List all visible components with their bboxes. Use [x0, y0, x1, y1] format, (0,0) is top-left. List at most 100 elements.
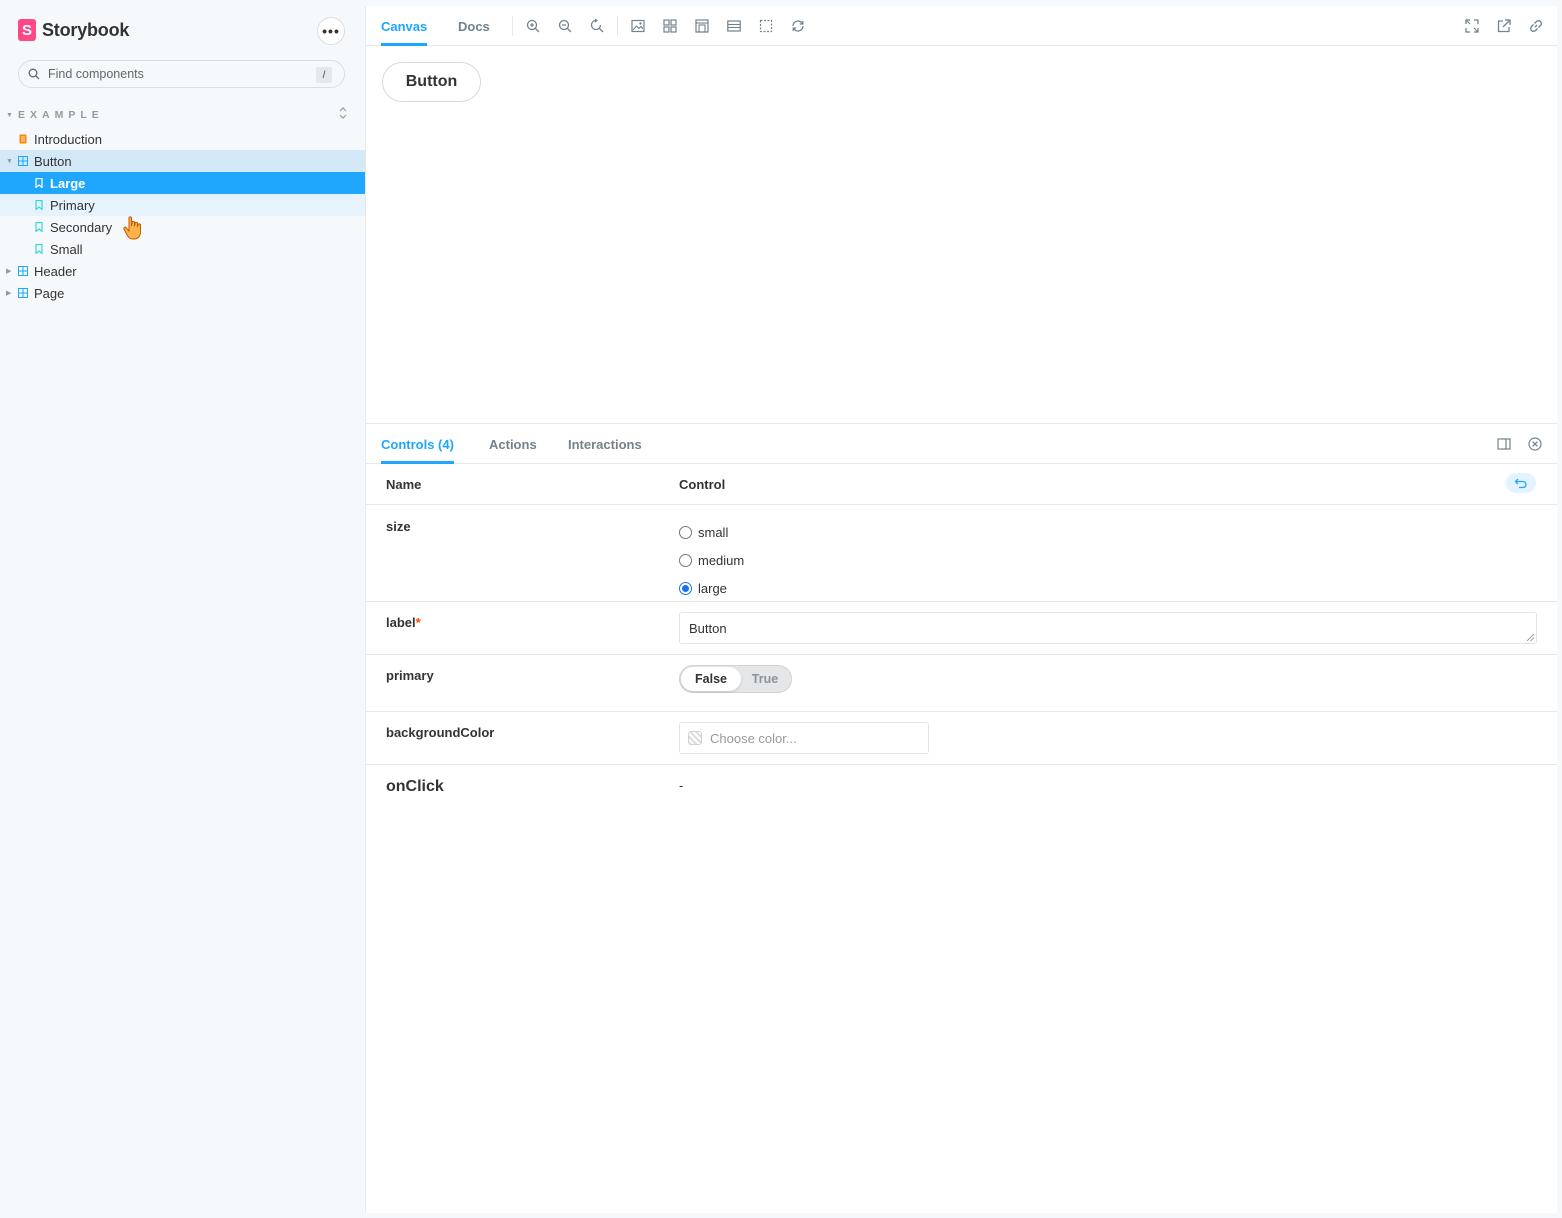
tab-controls[interactable]: Controls (4)	[381, 424, 454, 464]
primary-boolean-toggle[interactable]: False True	[679, 665, 792, 693]
sidebar-item-label: Small	[50, 241, 83, 257]
bookmark-icon	[35, 222, 43, 232]
search-icon	[28, 68, 40, 80]
toggle-true-option[interactable]: True	[741, 667, 789, 691]
search-box[interactable]: /	[18, 60, 345, 88]
column-header-control: Control	[679, 477, 726, 492]
zoom-out-icon[interactable]	[557, 18, 573, 34]
bookmark-icon	[35, 178, 43, 188]
sidebar-item-button[interactable]: ▼ Button	[0, 150, 365, 172]
radio-option-large[interactable]: large	[679, 574, 744, 602]
size-radio-group: small medium large	[679, 518, 744, 602]
radio-option-small[interactable]: small	[679, 518, 744, 546]
outline-icon[interactable]	[758, 18, 774, 34]
main-panel: Canvas Docs Button Controls (4) Actions …	[365, 6, 1557, 1213]
toolbar-divider	[617, 16, 618, 36]
color-swatch-icon[interactable]	[688, 731, 702, 745]
tab-docs[interactable]: Docs	[458, 6, 490, 46]
radio-option-medium[interactable]: medium	[679, 546, 744, 574]
sidebar-menu-button[interactable]: •••	[317, 17, 345, 45]
tab-canvas[interactable]: Canvas	[381, 6, 428, 46]
caret-right-icon: ▶	[6, 268, 12, 275]
addons-panel: Controls (4) Actions Interactions Name C…	[366, 423, 1557, 1213]
fullscreen-icon[interactable]	[1464, 18, 1480, 34]
sidebar-item-label: Primary	[50, 197, 95, 213]
onclick-value: -	[679, 778, 684, 793]
section-title: EXAMPLE	[18, 109, 104, 121]
sidebar-item-header[interactable]: ▶ Header	[0, 260, 365, 282]
resize-handle-icon[interactable]	[1527, 634, 1534, 641]
caret-down-icon: ▼	[6, 157, 13, 165]
measure-icon[interactable]	[694, 18, 710, 34]
sidebar-item-page[interactable]: ▶ Page	[0, 282, 365, 304]
label-text-field[interactable]: Button	[679, 612, 1537, 644]
table-row: onClick -	[366, 765, 1557, 815]
reset-controls-button[interactable]	[1506, 473, 1536, 493]
grid-icon[interactable]	[662, 18, 678, 34]
color-picker-field[interactable]: Choose color...	[679, 722, 929, 754]
story-canvas: Button	[366, 47, 1557, 423]
brand-name: Storybook	[42, 19, 130, 40]
tab-actions[interactable]: Actions	[489, 424, 537, 464]
sidebar-item-secondary[interactable]: Secondary	[0, 216, 365, 238]
bookmark-icon	[35, 200, 43, 210]
zoom-reset-icon[interactable]	[589, 18, 605, 34]
table-row: backgroundColor Choose color...	[366, 712, 1557, 765]
sidebar-item-label: Button	[34, 153, 72, 169]
radio-label: small	[698, 524, 729, 540]
table-row: size small medium large	[366, 505, 1557, 602]
sidebar-item-label: Page	[34, 285, 65, 301]
viewport-icon[interactable]	[726, 18, 742, 34]
search-input[interactable]	[48, 67, 298, 81]
component-tree: Introduction ▼ Button Large Primary Seco…	[0, 128, 365, 304]
arg-name-text: label	[386, 615, 416, 630]
column-header-name: Name	[386, 477, 422, 492]
copy-link-icon[interactable]	[1528, 18, 1544, 34]
bookmark-icon	[35, 244, 43, 254]
radio-button[interactable]	[679, 553, 692, 567]
caret-down-icon: ▼	[6, 111, 13, 119]
radio-label: medium	[698, 552, 745, 568]
remount-icon[interactable]	[790, 18, 806, 34]
toolbar-divider	[512, 16, 513, 36]
sidebar-item-label: Large	[50, 175, 86, 191]
sidebar-item-large[interactable]: Large	[0, 172, 365, 194]
radio-label: large	[698, 580, 727, 596]
color-placeholder: Choose color...	[710, 730, 797, 746]
controls-table: Name Control size small medium large lab…	[366, 464, 1557, 815]
sidebar-item-small[interactable]: Small	[0, 238, 365, 260]
table-row: primary False True	[366, 655, 1557, 712]
undo-icon	[1514, 478, 1527, 489]
radio-button[interactable]	[679, 525, 692, 539]
open-new-tab-icon[interactable]	[1496, 18, 1512, 34]
preview-toolbar: Canvas Docs	[366, 6, 1557, 46]
arg-name-backgroundcolor: backgroundColor	[386, 725, 495, 740]
table-header: Name Control	[366, 464, 1557, 505]
hand-cursor-icon	[123, 216, 141, 240]
component-icon	[18, 156, 28, 166]
sidebar-item-introduction[interactable]: Introduction	[0, 128, 365, 150]
toggle-false-option[interactable]: False	[681, 667, 741, 691]
addon-tab-bar: Controls (4) Actions Interactions	[366, 424, 1557, 464]
storybook-brand[interactable]: S Storybook	[18, 18, 129, 42]
table-row: label* Button	[366, 602, 1557, 655]
preview-button[interactable]: Button	[382, 62, 481, 102]
arg-name-label: label*	[386, 615, 421, 630]
arg-name-primary: primary	[386, 668, 434, 683]
tab-interactions[interactable]: Interactions	[568, 424, 642, 464]
required-mark: *	[415, 615, 421, 630]
caret-right-icon: ▶	[6, 290, 12, 297]
sidebar-item-primary[interactable]: Primary	[0, 194, 365, 216]
close-panel-icon[interactable]	[1528, 437, 1542, 451]
radio-button[interactable]	[679, 581, 692, 595]
expand-collapse-icon[interactable]	[339, 107, 347, 122]
background-icon[interactable]	[630, 18, 646, 34]
sidebar-item-label: Header	[34, 263, 77, 279]
component-icon	[18, 288, 28, 298]
zoom-in-icon[interactable]	[525, 18, 541, 34]
search-shortcut-key: /	[316, 67, 332, 83]
panel-orientation-icon[interactable]	[1497, 437, 1511, 451]
sidebar-item-label: Introduction	[34, 131, 102, 147]
component-icon	[18, 266, 28, 276]
section-header-example[interactable]: ▼ EXAMPLE	[6, 107, 351, 123]
